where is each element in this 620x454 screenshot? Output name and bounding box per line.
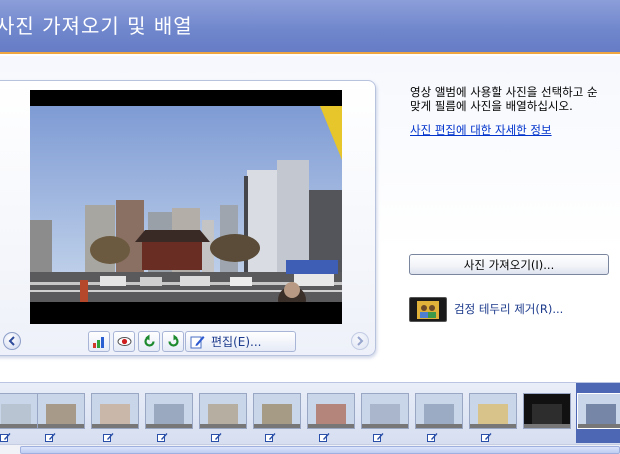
thumbnail-image <box>146 394 192 428</box>
photo-edited-icon <box>319 433 330 442</box>
edit-pencil-icon <box>190 336 205 349</box>
thumbnail-image <box>470 394 516 428</box>
photo-edited-icon <box>373 433 384 442</box>
chevron-right-icon <box>357 336 364 346</box>
thumbnail-image <box>578 394 620 428</box>
filmstrip-thumb-8[interactable] <box>361 393 409 429</box>
filmstrip-thumb-4[interactable] <box>145 393 193 429</box>
photo-edited-icon <box>45 433 56 442</box>
filmstrip-thumb-5[interactable] <box>199 393 247 429</box>
thumbnail-image <box>200 394 246 428</box>
rotate-right-icon <box>167 334 179 347</box>
chevron-left-icon <box>8 336 15 346</box>
filmstrip-thumb-7[interactable] <box>307 393 355 429</box>
red-eye-icon <box>117 337 131 346</box>
filmstrip-thumb-11[interactable] <box>523 393 571 429</box>
filmstrip-thumb-6[interactable] <box>253 393 301 429</box>
city-photo-image <box>30 90 342 324</box>
filmstrip-scroll-thumb[interactable] <box>20 446 620 454</box>
rotate-left-button[interactable] <box>138 331 160 352</box>
photo-edited-icon <box>481 433 492 442</box>
thumbnail-image <box>254 394 300 428</box>
remove-border-icon[interactable] <box>409 297 447 322</box>
filmstrip-thumb-9[interactable] <box>415 393 463 429</box>
instructions-text: 영상 앨범에 사용할 사진을 선택하고 순 맞게 필름에 사진을 배열하십시오. <box>410 85 620 113</box>
filmstrip-thumb-1[interactable] <box>0 393 40 429</box>
previous-photo-button[interactable] <box>3 332 21 350</box>
rotate-left-icon <box>143 334 155 347</box>
import-photos-button[interactable]: 사진 가져오기(I)... <box>409 254 609 275</box>
photo-edited-icon <box>427 433 438 442</box>
photo-edited-icon <box>157 433 168 442</box>
photo-edited-icon <box>211 433 222 442</box>
thumbnail-image <box>38 394 84 428</box>
color-adjust-icon <box>92 337 104 348</box>
rotate-right-button[interactable] <box>162 331 184 352</box>
color-adjust-button[interactable] <box>88 331 110 352</box>
page-title: 사진 가져오기 및 배열 <box>0 14 193 38</box>
thumbnail-image <box>362 394 408 428</box>
next-photo-button[interactable] <box>351 332 369 350</box>
page-header: 사진 가져오기 및 배열 <box>0 0 620 54</box>
remove-black-border-link[interactable]: 검정 테두리 제거(R)... <box>454 301 563 317</box>
thumbnail-image <box>92 394 138 428</box>
filmstrip-thumb-12[interactable] <box>577 393 620 429</box>
photo-edit-info-link[interactable]: 사진 편집에 대한 자세한 정보 <box>410 122 552 138</box>
photo-edited-icon <box>0 433 11 442</box>
red-eye-button[interactable] <box>113 331 135 352</box>
thumbnail-image <box>308 394 354 428</box>
filmstrip-thumb-10[interactable] <box>469 393 517 429</box>
photo-edited-icon <box>265 433 276 442</box>
filmstrip-thumb-2[interactable] <box>37 393 85 429</box>
photo-edited-icon <box>103 433 114 442</box>
instructions-line-1: 영상 앨범에 사용할 사진을 선택하고 순 <box>410 85 598 99</box>
thumbnail-image <box>416 394 462 428</box>
thumbnail-image <box>0 394 39 428</box>
edit-button-label: 편집(E)... <box>211 335 262 349</box>
edit-button[interactable]: 편집(E)... <box>185 331 296 352</box>
photo-preview <box>30 90 342 324</box>
instructions-line-2: 맞게 필름에 사진을 배열하십시오. <box>410 99 573 113</box>
filmstrip-thumb-3[interactable] <box>91 393 139 429</box>
thumbnail-image <box>524 394 570 428</box>
